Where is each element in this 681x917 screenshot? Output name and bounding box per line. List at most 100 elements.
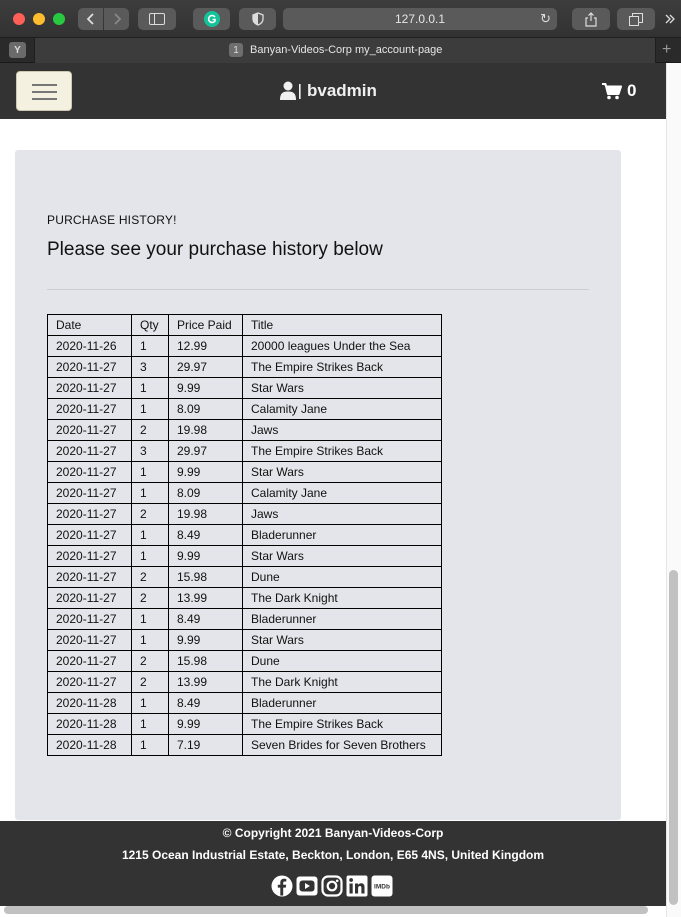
cart-icon xyxy=(602,82,622,99)
cell-qty: 1 xyxy=(131,608,169,630)
youtube-icon[interactable] xyxy=(296,875,318,897)
instagram-icon[interactable] xyxy=(321,875,343,897)
column-header-price-paid: Price Paid xyxy=(168,314,243,336)
cell-qty: 2 xyxy=(131,650,169,672)
cell-title: Star Wars xyxy=(242,461,442,483)
table-row: 2020-11-28 1 9.99 The Empire Strikes Back xyxy=(47,713,442,735)
extension-button[interactable] xyxy=(193,8,230,30)
tab-overview-button[interactable] xyxy=(617,8,655,30)
cell-title: Seven Brides for Seven Brothers xyxy=(242,734,442,756)
cell-date: 2020-11-27 xyxy=(47,440,132,462)
cell-price-paid: 29.97 xyxy=(168,440,243,462)
cell-title: Calamity Jane xyxy=(242,482,442,504)
favicon-letter: Y xyxy=(14,44,21,56)
copyright-text: © Copyright 2021 Banyan-Videos-Corp xyxy=(222,826,444,840)
horizontal-scrollbar-thumb[interactable] xyxy=(4,906,648,914)
address-bar[interactable]: 127.0.0.1 ↻ xyxy=(283,8,557,30)
username: bvadmin xyxy=(307,81,377,100)
cell-qty: 2 xyxy=(131,503,169,525)
cell-price-paid: 8.49 xyxy=(168,524,243,546)
imdb-icon[interactable]: IMDb xyxy=(371,875,393,897)
cell-title: Star Wars xyxy=(242,629,442,651)
cell-qty: 1 xyxy=(131,482,169,504)
facebook-icon[interactable] xyxy=(271,875,293,897)
table-row: 2020-11-27 1 8.49 Bladerunner xyxy=(47,524,442,546)
vertical-scrollbar-thumb[interactable] xyxy=(669,570,678,905)
cell-price-paid: 19.98 xyxy=(168,419,243,441)
cell-price-paid: 8.09 xyxy=(168,398,243,420)
browser-titlebar: 127.0.0.1 ↻ xyxy=(0,0,681,38)
table-row: 2020-11-27 2 13.99 The Dark Knight xyxy=(47,671,442,693)
hamburger-line xyxy=(32,98,57,100)
sidebar-toggle-button[interactable] xyxy=(138,8,176,30)
cell-qty: 2 xyxy=(131,566,169,588)
pinned-tab[interactable]: Y xyxy=(9,42,26,58)
grammarly-icon xyxy=(203,11,220,27)
cart-count: 0 xyxy=(627,81,637,100)
column-header-title: Title xyxy=(242,314,442,336)
purchase-history-table: Date Qty Price Paid Title 2020-11-26 1 12.… xyxy=(47,314,442,756)
user-icon xyxy=(280,81,301,100)
cell-qty: 2 xyxy=(131,671,169,693)
cell-price-paid: 8.09 xyxy=(168,482,243,504)
cell-title: Dune xyxy=(242,650,442,672)
cell-date: 2020-11-27 xyxy=(47,482,132,504)
linkedin-icon[interactable] xyxy=(346,875,368,897)
cell-title: Dune xyxy=(242,566,442,588)
cell-date: 2020-11-27 xyxy=(47,587,132,609)
address-text: 1215 Ocean Industrial Estate, Beckton, L… xyxy=(121,848,545,862)
back-button[interactable] xyxy=(78,8,103,30)
cell-qty: 1 xyxy=(131,398,169,420)
site-footer: © Copyright 2021 Banyan-Videos-Corp 1215… xyxy=(0,821,666,906)
forward-button[interactable] xyxy=(104,8,129,30)
share-button[interactable] xyxy=(572,8,610,30)
hamburger-line xyxy=(32,91,57,93)
cell-date: 2020-11-27 xyxy=(47,608,132,630)
table-row: 2020-11-27 1 8.09 Calamity Jane xyxy=(47,398,442,420)
double-chevron-right-icon xyxy=(665,14,675,24)
cell-qty: 1 xyxy=(131,713,169,735)
chevron-right-icon xyxy=(113,13,121,25)
more-toolbar-button[interactable] xyxy=(662,8,678,30)
cell-date: 2020-11-27 xyxy=(47,377,132,399)
column-header-qty: Qty xyxy=(131,314,169,336)
reload-icon[interactable]: ↻ xyxy=(540,11,551,27)
table-row: 2020-11-27 2 13.99 The Dark Knight xyxy=(47,587,442,609)
cell-title: Calamity Jane xyxy=(242,398,442,420)
cell-title: The Empire Strikes Back xyxy=(242,440,442,462)
cell-price-paid: 9.99 xyxy=(168,713,243,735)
purchase-history-card: PURCHASE HISTORY! Please see your purcha… xyxy=(15,150,621,820)
privacy-button[interactable] xyxy=(239,8,276,30)
zoom-window-button[interactable] xyxy=(53,13,65,25)
table-body: 2020-11-26 1 12.99 20000 leagues Under the … xyxy=(47,335,442,756)
cell-title: 20000 leagues Under the Sea xyxy=(242,335,442,357)
cell-date: 2020-11-27 xyxy=(47,461,132,483)
column-header-date: Date xyxy=(47,314,132,336)
table-row: 2020-11-27 3 29.97 The Empire Strikes Back xyxy=(47,356,442,378)
cell-date: 2020-11-28 xyxy=(47,734,132,756)
table-row: 2020-11-27 2 15.98 Dune xyxy=(47,650,442,672)
cell-price-paid: 15.98 xyxy=(168,566,243,588)
cell-qty: 2 xyxy=(131,419,169,441)
menu-toggle-button[interactable] xyxy=(16,71,72,111)
active-tab[interactable]: 1 Banyan-Videos-Corp my_account-page xyxy=(34,38,656,63)
cell-qty: 1 xyxy=(131,335,169,357)
cell-price-paid: 19.98 xyxy=(168,503,243,525)
close-window-button[interactable] xyxy=(13,13,25,25)
cell-qty: 3 xyxy=(131,440,169,462)
account-link[interactable]: bvadmin xyxy=(280,81,377,101)
cell-date: 2020-11-27 xyxy=(47,503,132,525)
tabs-icon xyxy=(629,12,643,26)
cell-price-paid: 9.99 xyxy=(168,545,243,567)
url-text: 127.0.0.1 xyxy=(394,12,446,26)
cart-link[interactable]: 0 xyxy=(602,81,636,101)
cell-date: 2020-11-27 xyxy=(47,566,132,588)
tab-title: Banyan-Videos-Corp my_account-page xyxy=(250,44,443,56)
cell-date: 2020-11-27 xyxy=(47,356,132,378)
minimize-window-button[interactable] xyxy=(33,13,45,25)
cell-date: 2020-11-27 xyxy=(47,629,132,651)
cell-price-paid: 13.99 xyxy=(168,671,243,693)
table-row: 2020-11-26 1 12.99 20000 leagues Under the … xyxy=(47,335,442,357)
cell-qty: 1 xyxy=(131,524,169,546)
new-tab-button[interactable]: + xyxy=(662,41,671,59)
